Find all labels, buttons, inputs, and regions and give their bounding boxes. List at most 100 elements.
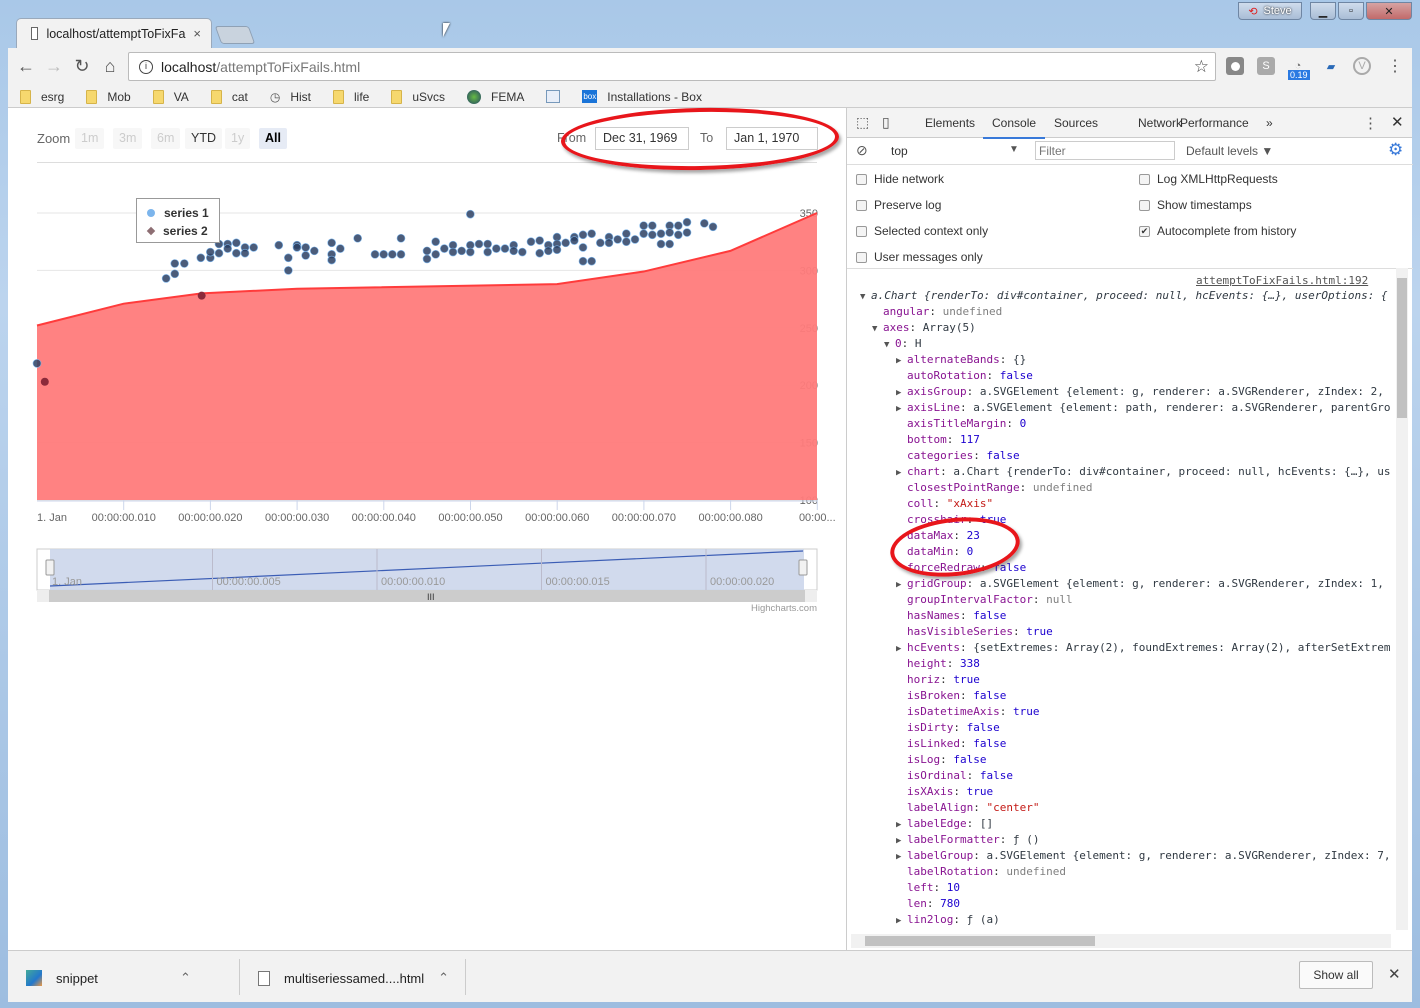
console-tree-line[interactable]: ▶ axisGroup: a.SVGElement {element: g, re…: [896, 384, 1384, 400]
console-setting-checkbox[interactable]: Selected context only: [856, 224, 988, 238]
inspect-element-icon[interactable]: ⬚: [856, 114, 869, 131]
device-toolbar-icon[interactable]: ▯: [882, 114, 890, 131]
expanded-arrow-icon[interactable]: ▼: [872, 321, 883, 337]
collapsed-arrow-icon[interactable]: ▶: [896, 577, 907, 593]
console-tree-line[interactable]: ▶ alternateBands: {}: [896, 352, 1026, 368]
console-vertical-scrollbar[interactable]: [1396, 268, 1408, 930]
bookmark-5[interactable]: life: [332, 89, 369, 104]
home-button[interactable]: ⌂: [98, 56, 122, 77]
console-tree-line[interactable]: ▶ axisLine: a.SVGElement {element: path, …: [896, 400, 1390, 416]
close-devtools-icon[interactable]: ✕: [1391, 113, 1404, 131]
bookmark-0[interactable]: esrg: [20, 89, 64, 104]
log-levels-dropdown[interactable]: Default levels ▼: [1186, 144, 1273, 158]
close-tab-icon[interactable]: ×: [193, 26, 201, 41]
clear-console-icon[interactable]: ⊘: [856, 142, 868, 159]
devtools-tab-network[interactable]: Network: [1138, 116, 1182, 130]
extension-icon[interactable]: [1226, 57, 1244, 75]
console-tree-line[interactable]: ▶ labelGroup: a.SVGElement {element: g, r…: [896, 848, 1390, 864]
chevron-up-icon[interactable]: ⌃: [438, 970, 449, 986]
expanded-arrow-icon[interactable]: ▼: [860, 289, 871, 305]
devtools-tab-console[interactable]: Console: [982, 116, 1046, 139]
menu-icon[interactable]: ⋮: [1386, 57, 1404, 75]
collapsed-arrow-icon[interactable]: ▶: [896, 913, 907, 929]
new-tab-button[interactable]: [214, 26, 256, 44]
bookmark-1[interactable]: Mob: [86, 89, 131, 104]
chevron-up-icon[interactable]: ⌃: [180, 970, 191, 986]
console-tree-line[interactable]: ▶ chart: a.Chart {renderTo: div#container…: [896, 464, 1390, 480]
devtools-tab-more[interactable]: »: [1266, 116, 1273, 130]
reload-button[interactable]: ↻: [70, 56, 94, 77]
console-filter-input[interactable]: [1035, 141, 1175, 160]
console-tree-line[interactable]: ▶ hcEvents: {setExtremes: Array(2), found…: [896, 640, 1390, 656]
devtools-tab-performance[interactable]: Performance: [1180, 116, 1249, 130]
console-source-link[interactable]: attemptToFixFails.html:192: [1196, 274, 1368, 287]
console-tree-line[interactable]: ▶ labelFormatter: ƒ (): [896, 832, 1039, 848]
collapsed-arrow-icon[interactable]: ▶: [896, 465, 907, 481]
bookmark-star-icon[interactable]: ☆: [1194, 57, 1209, 77]
console-tree-line[interactable]: ▼ a.Chart {renderTo: div#container, proce…: [860, 288, 1388, 304]
collapsed-arrow-icon[interactable]: ▶: [896, 385, 907, 401]
console-setting-checkbox[interactable]: Hide network: [856, 172, 944, 186]
context-select[interactable]: top: [891, 144, 908, 158]
maximize-button[interactable]: ▫: [1338, 2, 1364, 20]
console-setting-checkbox[interactable]: Show timestamps: [1139, 198, 1252, 212]
collapsed-arrow-icon[interactable]: ▶: [896, 833, 907, 849]
series-1-point: [448, 247, 458, 257]
info-icon: i: [139, 59, 153, 74]
console-tree-line[interactable]: ▶ labelEdge: []: [896, 816, 993, 832]
legend-item-series-2[interactable]: series 2: [146, 222, 219, 240]
devtools-tab-sources[interactable]: Sources: [1054, 116, 1098, 130]
collapsed-arrow-icon[interactable]: ▶: [896, 849, 907, 865]
bookmark-8[interactable]: [546, 90, 561, 103]
navigator-handle[interactable]: [45, 559, 55, 576]
checkbox-icon: [856, 225, 867, 237]
collapsed-arrow-icon[interactable]: ▶: [896, 401, 907, 417]
expanded-arrow-icon[interactable]: ▼: [884, 337, 895, 353]
scroll-left-button[interactable]: [37, 590, 49, 602]
back-button[interactable]: ←: [14, 56, 38, 77]
bookmark-3[interactable]: cat: [210, 89, 248, 104]
console-setting-checkbox[interactable]: Log XMLHttpRequests: [1139, 172, 1278, 186]
console-tree-line[interactable]: ▼ axes: Array(5): [872, 320, 976, 336]
bookmark-6[interactable]: uSvcs: [391, 89, 445, 104]
console-setting-checkbox[interactable]: Preserve log: [856, 198, 941, 212]
download-item[interactable]: multiseriessamed....html ⌃: [258, 961, 449, 995]
close-window-button[interactable]: ✕: [1366, 2, 1412, 20]
folder-icon: [20, 89, 31, 104]
bookmark-4[interactable]: ◷ Hist: [270, 90, 311, 104]
console-settings-gear-icon[interactable]: ⚙: [1388, 140, 1403, 160]
x-tick-label: 00:00:00.010: [92, 512, 156, 524]
forward-button[interactable]: →: [42, 56, 66, 77]
laptop-extension-icon[interactable]: ▰: [1322, 57, 1340, 75]
property-key: bottom: [907, 433, 947, 446]
console-tree-line[interactable]: ▶ lin2log: ƒ (a): [896, 912, 1000, 928]
console-tree-line[interactable]: ▼ 0: H: [884, 336, 922, 352]
console-horizontal-scrollbar[interactable]: [851, 934, 1391, 948]
minimize-button[interactable]: ▁: [1310, 2, 1336, 20]
profile-button[interactable]: ⟲ Steve: [1238, 2, 1302, 20]
collapsed-arrow-icon[interactable]: ▶: [896, 817, 907, 833]
download-item[interactable]: snippet ⌃: [26, 961, 191, 995]
highcharts-credits[interactable]: Highcharts.com: [751, 603, 817, 614]
scroll-right-button[interactable]: [805, 590, 817, 602]
console-setting-checkbox[interactable]: ✔ Autocomplete from history: [1139, 224, 1296, 238]
collapsed-arrow-icon[interactable]: ▶: [896, 353, 907, 369]
legend-item-series-1[interactable]: series 1: [147, 204, 219, 222]
close-downloads-bar-icon[interactable]: ✕: [1388, 965, 1401, 983]
address-bar[interactable]: i localhost/attemptToFixFails.html ☆: [128, 52, 1216, 81]
bookmark-2[interactable]: VA: [152, 89, 189, 104]
devtools-tab-elements[interactable]: Elements: [925, 116, 975, 130]
devtools-menu-icon[interactable]: ⋮: [1363, 114, 1378, 132]
navigator-handle[interactable]: [798, 559, 808, 576]
vivaldi-extension-icon[interactable]: V: [1353, 57, 1371, 75]
console-tree-line[interactable]: ▶ gridGroup: a.SVGElement {element: g, re…: [896, 576, 1384, 592]
mouse-cursor-icon: [443, 23, 450, 37]
show-all-downloads-button[interactable]: Show all: [1299, 961, 1373, 989]
browser-tab[interactable]: localhost/attemptToFixFa ×: [16, 18, 212, 48]
extension-s-icon[interactable]: S: [1257, 57, 1275, 75]
bookmark-7[interactable]: FEMA: [467, 89, 524, 104]
console-setting-checkbox[interactable]: User messages only: [856, 250, 983, 264]
context-dropdown-icon[interactable]: ▼: [1009, 144, 1019, 155]
bookmark-9[interactable]: box Installations - Box: [582, 90, 702, 104]
collapsed-arrow-icon[interactable]: ▶: [896, 641, 907, 657]
